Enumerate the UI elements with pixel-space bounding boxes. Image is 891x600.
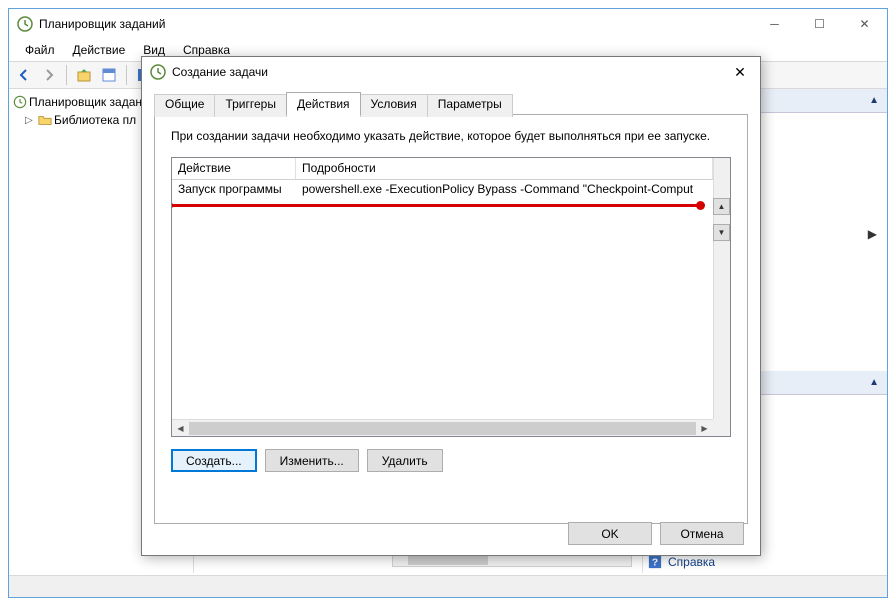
collapse-icon[interactable]: ▲: [869, 377, 879, 388]
menu-action[interactable]: Действие: [65, 41, 134, 59]
scroll-left-button[interactable]: ◀: [172, 420, 189, 437]
toolbar-divider: [66, 65, 67, 85]
maximize-button[interactable]: ☐: [797, 9, 842, 39]
folder-icon: [38, 113, 52, 127]
menu-file[interactable]: Файл: [17, 41, 63, 59]
dialog-title: Создание задачи: [172, 65, 720, 79]
clock-icon: [13, 95, 27, 109]
tab-body: При создании задачи необходимо указать д…: [154, 114, 748, 524]
move-down-button[interactable]: ▼: [713, 224, 730, 241]
tab-general[interactable]: Общие: [154, 94, 215, 117]
create-button[interactable]: Создать...: [171, 449, 257, 472]
scrollbar-thumb[interactable]: [189, 422, 696, 435]
tree-library-label: Библиотека пл: [54, 113, 136, 127]
status-bar: [9, 575, 887, 597]
clock-icon: [150, 64, 166, 80]
create-task-dialog: Создание задачи ✕ Общие Триггеры Действи…: [141, 56, 761, 556]
actions-listbox: Действие Подробности Запуск программы po…: [171, 157, 731, 437]
dialog-footer: OK Отмена: [568, 522, 744, 545]
help-label: Справка: [668, 555, 715, 569]
dialog-close-button[interactable]: ✕: [720, 57, 760, 87]
close-button[interactable]: ✕: [842, 9, 887, 39]
list-row[interactable]: Запуск программы powershell.exe -Executi…: [172, 180, 713, 200]
list-header: Действие Подробности: [172, 158, 713, 180]
scroll-right-button[interactable]: ▶: [696, 420, 713, 437]
scrollbar-corner: [713, 419, 730, 436]
expand-icon[interactable]: ▷: [25, 115, 36, 126]
tab-conditions[interactable]: Условия: [360, 94, 428, 117]
action-buttons-row: Создать... Изменить... Удалить: [171, 449, 731, 472]
move-up-button[interactable]: ▲: [713, 198, 730, 215]
tab-strip: Общие Триггеры Действия Условия Параметр…: [154, 92, 748, 115]
cell-details: powershell.exe -ExecutionPolicy Bypass -…: [296, 180, 699, 200]
system-buttons: ─ ☐ ✕: [752, 9, 887, 39]
help-action-item[interactable]: ? Справка: [648, 555, 715, 569]
horizontal-scrollbar[interactable]: ◀ ▶: [172, 419, 730, 436]
hint-text: При создании задачи необходимо указать д…: [171, 129, 731, 143]
minimize-button[interactable]: ─: [752, 9, 797, 39]
tab-actions[interactable]: Действия: [286, 92, 361, 115]
column-details[interactable]: Подробности: [296, 158, 713, 179]
up-level-button[interactable]: [73, 64, 95, 86]
annotation-highlight: [172, 204, 703, 207]
tree-root-label: Планировщик задан: [29, 95, 142, 109]
cell-action: Запуск программы: [172, 180, 296, 200]
svg-text:?: ?: [652, 557, 658, 569]
clock-icon: [17, 16, 33, 32]
titlebar: Планировщик заданий ─ ☐ ✕: [9, 9, 887, 39]
cancel-button[interactable]: Отмена: [660, 522, 744, 545]
collapse-icon[interactable]: ▲: [869, 95, 879, 106]
toolbar-divider: [126, 65, 127, 85]
tab-parameters[interactable]: Параметры: [427, 94, 513, 117]
help-icon: ?: [648, 555, 662, 569]
forward-button[interactable]: [38, 64, 60, 86]
delete-button[interactable]: Удалить: [367, 449, 443, 472]
dialog-titlebar: Создание задачи ✕: [142, 57, 760, 87]
tab-triggers[interactable]: Триггеры: [214, 94, 287, 117]
back-button[interactable]: [13, 64, 35, 86]
window-title: Планировщик заданий: [39, 17, 752, 31]
ok-button[interactable]: OK: [568, 522, 652, 545]
vertical-scrollbar: ▲ ▼: [713, 158, 730, 419]
edit-button[interactable]: Изменить...: [265, 449, 359, 472]
properties-button[interactable]: [98, 64, 120, 86]
column-action[interactable]: Действие: [172, 158, 296, 179]
